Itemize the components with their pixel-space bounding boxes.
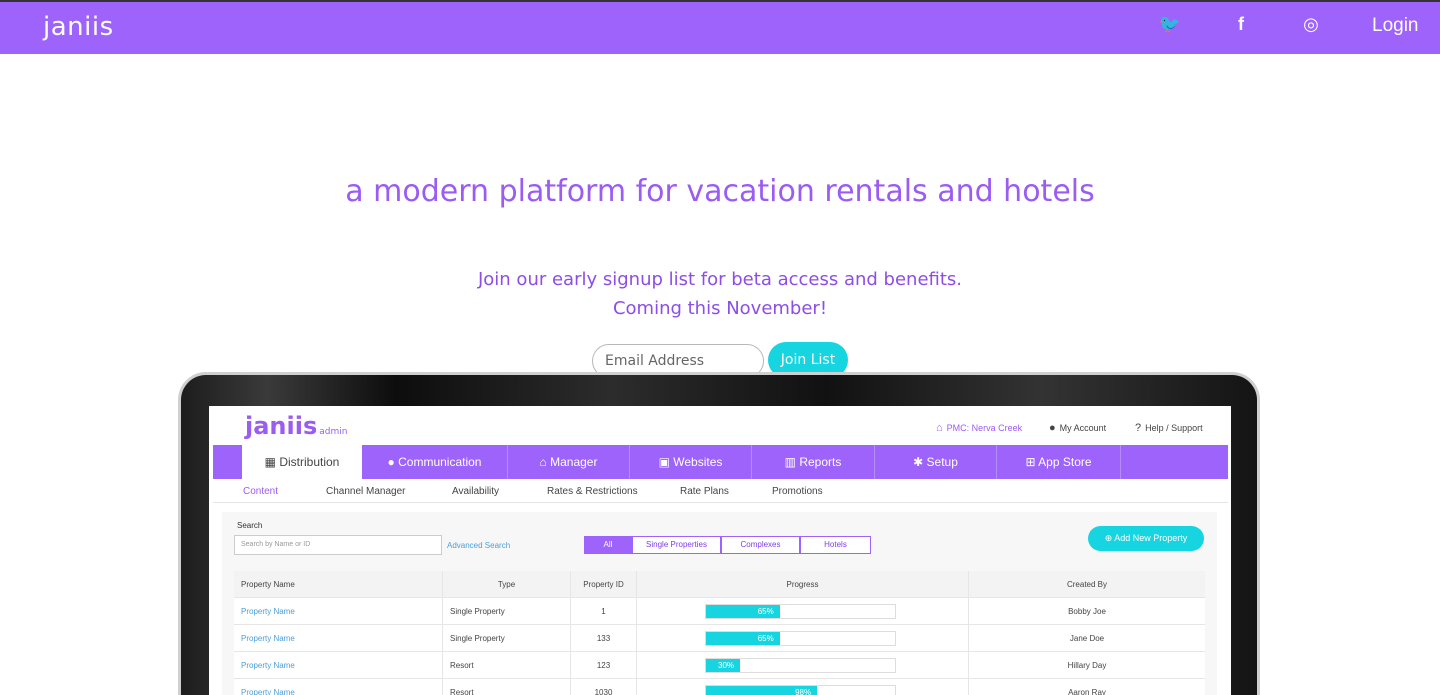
progress-cell: 98% bbox=[637, 679, 969, 695]
user-icon: ● bbox=[1049, 422, 1056, 434]
admin-logo: janiis admin bbox=[245, 412, 348, 440]
subnav-channel-manager[interactable]: Channel Manager bbox=[326, 486, 406, 497]
hero-headline: a modern platform for vacation rentals a… bbox=[345, 174, 1095, 209]
pmc-link[interactable]: ⌂ PMC: Nerva Creek bbox=[936, 422, 1022, 434]
property-id: 1030 bbox=[571, 679, 637, 695]
progress-bar: 98% bbox=[705, 685, 896, 695]
progress-cell: 30% bbox=[637, 652, 969, 679]
admin-screenshot: janiis admin ⌂ PMC: Nerva Creek ● My Accoun… bbox=[209, 406, 1231, 695]
property-id: 133 bbox=[571, 625, 637, 652]
plus-circle-icon: ⊕ bbox=[1104, 533, 1115, 543]
signup-description: Join our early signup list for beta acce… bbox=[477, 269, 963, 290]
home-icon: ⌂ bbox=[936, 422, 943, 434]
table-header-row: Property Name Type Property ID Progress … bbox=[234, 571, 1205, 598]
filter-single-properties[interactable]: Single Properties bbox=[632, 536, 721, 554]
property-name-link[interactable]: Property Name bbox=[234, 598, 443, 625]
table-row[interactable]: Property Name Single Property 1 65% Bobb… bbox=[234, 598, 1205, 625]
created-by: Hillary Day bbox=[1067, 661, 1107, 670]
property-type: Single Property bbox=[443, 625, 571, 652]
tab-reports[interactable]: ▥ Reports bbox=[752, 445, 875, 479]
my-account-link[interactable]: ● My Account bbox=[1049, 422, 1106, 434]
launch-date-text: Coming this November! bbox=[612, 298, 828, 319]
progress-fill: 65% bbox=[706, 632, 780, 645]
twitter-icon[interactable]: 🐦 bbox=[1158, 14, 1182, 35]
advanced-search-link[interactable]: Advanced Search bbox=[447, 541, 510, 550]
subnav-availability[interactable]: Availability bbox=[452, 486, 499, 497]
column-header[interactable]: Progress bbox=[637, 571, 969, 598]
filter-all[interactable]: All bbox=[584, 536, 632, 554]
subnav-rate-plans[interactable]: Rate Plans bbox=[680, 486, 729, 497]
property-name-link[interactable]: Property Name bbox=[234, 625, 443, 652]
cart-icon: ⊞ bbox=[1025, 455, 1039, 469]
progress-fill: 98% bbox=[706, 686, 818, 695]
property-id: 123 bbox=[571, 652, 637, 679]
table-row[interactable]: Property Name Resort 1030 98% Aaron Ray bbox=[234, 679, 1205, 695]
property-name-link[interactable]: Property Name bbox=[234, 679, 443, 695]
progress-fill: 30% bbox=[706, 659, 741, 672]
property-id: 1 bbox=[571, 598, 637, 625]
column-header[interactable]: Type bbox=[443, 571, 571, 598]
search-label: Search bbox=[237, 521, 263, 530]
login-link[interactable]: Login bbox=[1372, 15, 1419, 37]
tab-setup[interactable]: ✱ Setup bbox=[875, 445, 997, 479]
progress-cell: 65% bbox=[637, 625, 969, 652]
instagram-icon[interactable]: ◎ bbox=[1299, 14, 1323, 35]
created-by: Aaron Ray bbox=[1068, 688, 1106, 695]
created-by: Bobby Joe bbox=[1068, 607, 1106, 616]
top-navigation-bar: janiis 🐦 f ◎ Login bbox=[0, 0, 1440, 54]
progress-cell: 65% bbox=[637, 598, 969, 625]
property-type: Resort bbox=[443, 679, 571, 695]
progress-bar: 65% bbox=[705, 604, 896, 619]
created-by: Jane Doe bbox=[1069, 634, 1105, 643]
search-input[interactable]: Search by Name or ID bbox=[234, 535, 442, 555]
brand-logo[interactable]: janiis bbox=[43, 12, 114, 42]
tab-communication[interactable]: ● Communication bbox=[362, 445, 508, 479]
progress-fill: 65% bbox=[706, 605, 780, 618]
property-name-link[interactable]: Property Name bbox=[234, 652, 443, 679]
column-header[interactable]: Created By bbox=[969, 571, 1205, 598]
column-header[interactable]: Property ID bbox=[571, 571, 637, 598]
help-icon: ? bbox=[1135, 422, 1142, 434]
tab-distribution[interactable]: ▦ Distribution bbox=[242, 445, 362, 479]
tab-websites[interactable]: ▣ Websites bbox=[630, 445, 752, 479]
home-icon: ⌂ bbox=[539, 455, 551, 469]
filter-complexes[interactable]: Complexes bbox=[721, 536, 800, 554]
property-type: Resort bbox=[443, 652, 571, 679]
property-type: Single Property bbox=[443, 598, 571, 625]
add-new-property-button[interactable]: ⊕ Add New Property bbox=[1088, 526, 1204, 551]
chart-icon: ▥ bbox=[784, 455, 800, 469]
progress-bar: 65% bbox=[705, 631, 896, 646]
sitemap-icon: ▦ bbox=[264, 455, 280, 469]
chat-icon: ● bbox=[387, 455, 399, 469]
filter-hotels[interactable]: Hotels bbox=[800, 536, 871, 554]
subnav-promotions[interactable]: Promotions bbox=[772, 486, 823, 497]
progress-bar: 30% bbox=[705, 658, 896, 673]
divider bbox=[213, 502, 1228, 503]
facebook-icon[interactable]: f bbox=[1229, 14, 1253, 35]
table-row[interactable]: Property Name Single Property 133 65% Ja… bbox=[234, 625, 1205, 652]
tab-manager[interactable]: ⌂ Manager bbox=[508, 445, 630, 479]
subnav-rates-restrictions[interactable]: Rates & Restrictions bbox=[547, 486, 638, 497]
subnav-content[interactable]: Content bbox=[243, 486, 278, 497]
image-icon: ▣ bbox=[658, 455, 674, 469]
gear-icon: ✱ bbox=[913, 455, 927, 469]
table-row[interactable]: Property Name Resort 123 30% Hillary Day bbox=[234, 652, 1205, 679]
admin-main-tabs: ▦ Distribution ● Communication ⌂ Manager… bbox=[213, 445, 1228, 479]
help-support-link[interactable]: ? Help / Support bbox=[1135, 422, 1203, 434]
tab-app-store[interactable]: ⊞ App Store bbox=[997, 445, 1121, 479]
column-header[interactable]: Property Name bbox=[234, 571, 443, 598]
